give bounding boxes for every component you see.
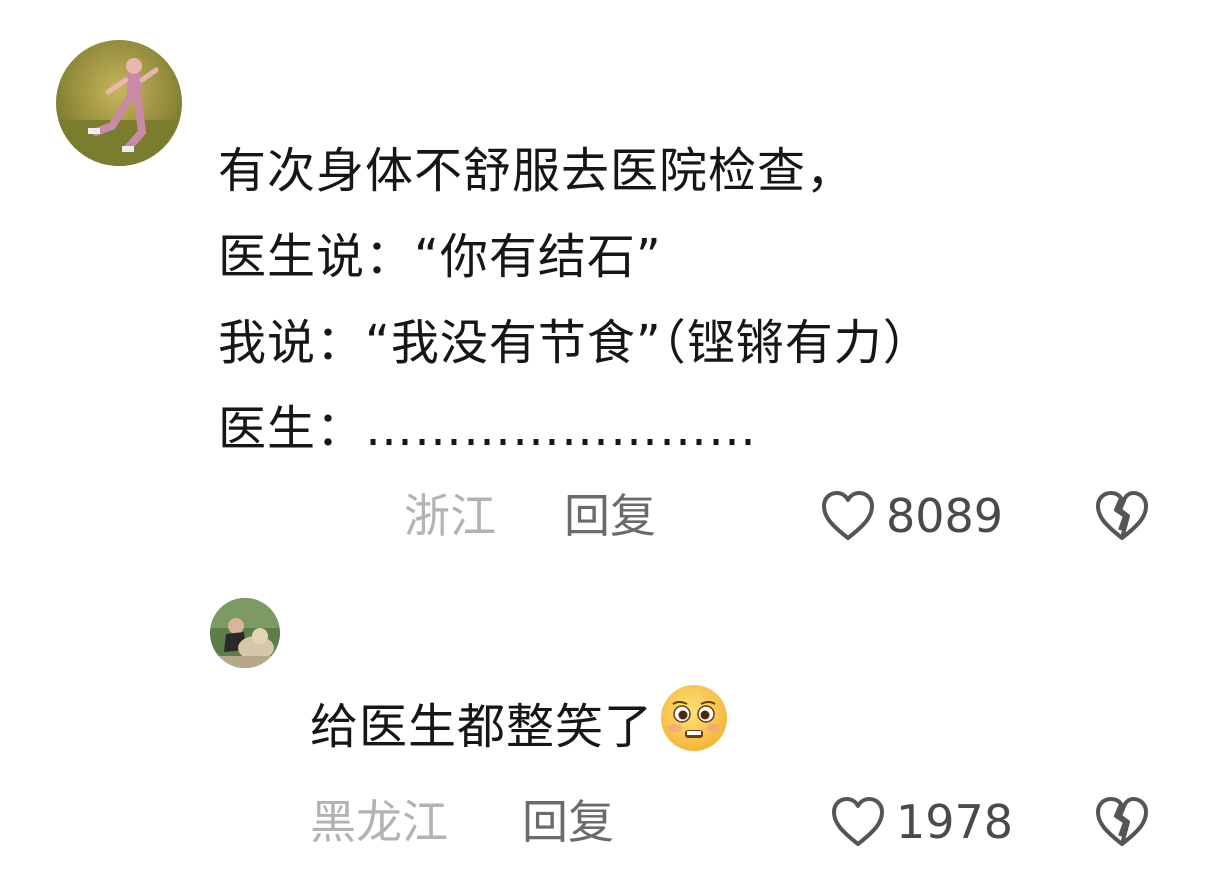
comment-location: 浙江: [404, 489, 496, 543]
broken-heart-icon[interactable]: [1094, 490, 1150, 542]
reply-reply-button[interactable]: 回复: [522, 794, 614, 850]
broken-heart-icon[interactable]: [1094, 796, 1150, 848]
comment-line: 我说：“我没有节食”（铿锵有力）: [218, 315, 932, 371]
reply-location: 黑龙江: [310, 795, 448, 849]
reply-avatar[interactable]: [210, 598, 280, 668]
like-count: 8089: [886, 489, 1004, 543]
avatar[interactable]: [56, 40, 182, 166]
reply-text: 给医生都整笑了: [310, 699, 654, 755]
heart-outline-icon[interactable]: [820, 490, 876, 542]
heart-outline-icon[interactable]: [830, 796, 886, 848]
comment-line: 医生说：“你有结石”: [218, 229, 662, 285]
pleading-face-emoji: [657, 680, 731, 768]
comment-line: 有次身体不舒服去医院检查，: [218, 143, 856, 199]
comment-line: 医生：……………………: [218, 401, 758, 457]
comment-body: 有次身体不舒服去医院检查， 医生说：“你有结石” 我说：“我没有节食”（铿锵有力…: [218, 128, 1178, 472]
reply-body: 给医生都整笑了: [310, 685, 731, 768]
reply-button[interactable]: 回复: [564, 488, 656, 544]
reply-like-count: 1978: [896, 795, 1014, 849]
